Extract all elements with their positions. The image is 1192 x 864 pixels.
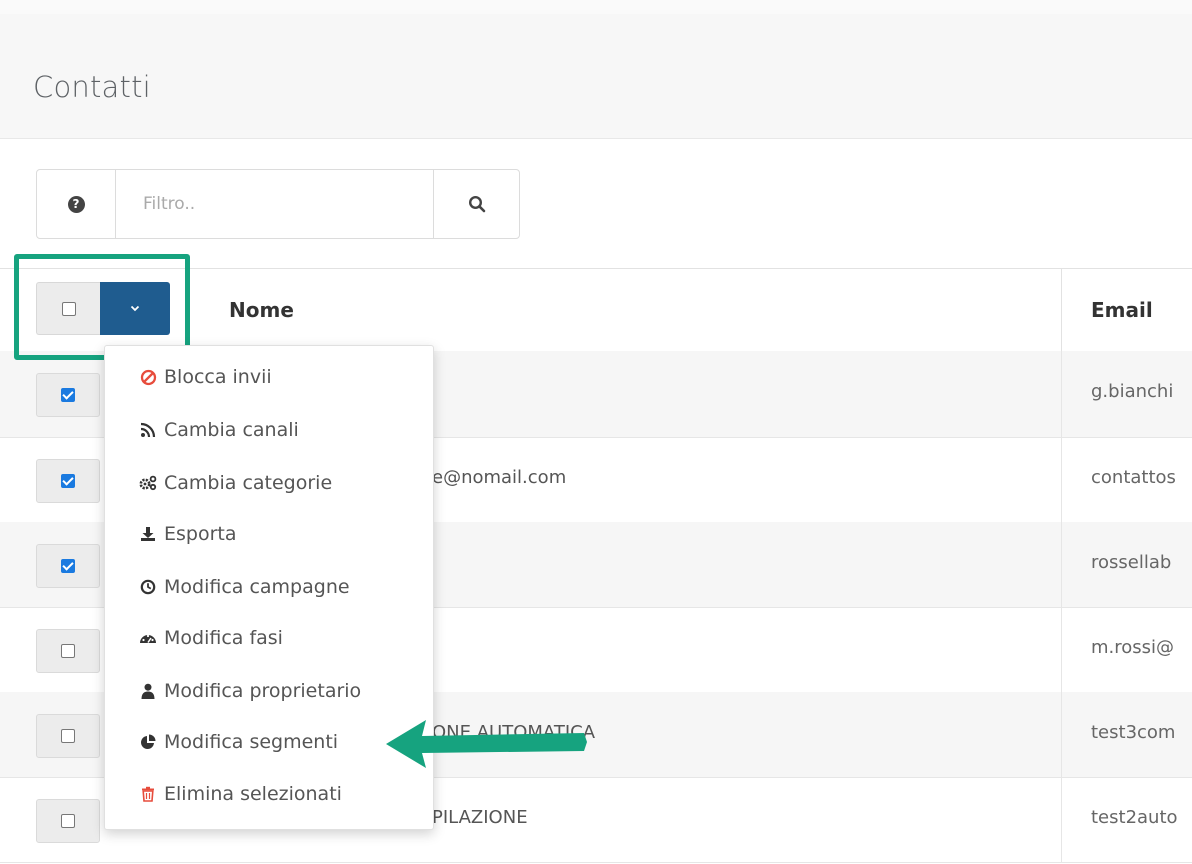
column-divider [1061, 351, 1062, 437]
dashboard-icon [139, 629, 157, 647]
menu-item-label: Cambia categorie [164, 472, 333, 494]
menu-item-label: Elimina selezionati [164, 783, 342, 805]
row-email: m.rossi@ [1091, 637, 1175, 658]
column-header-email[interactable]: Email [1091, 298, 1153, 322]
checkbox-unchecked [61, 814, 75, 828]
column-header-name[interactable]: Nome [229, 298, 294, 322]
checkbox-unchecked [61, 644, 75, 658]
row-checkbox[interactable] [36, 629, 100, 673]
menu-item-modifica-fasi[interactable]: Modifica fasi [139, 627, 283, 649]
question-circle-icon: ? [67, 195, 85, 213]
menu-item-label: Modifica segmenti [164, 731, 339, 753]
row-email: contattos [1091, 467, 1176, 488]
help-button[interactable]: ? [37, 170, 116, 238]
row-name: e@nomail.com [432, 467, 567, 488]
page-title: Contatti [33, 70, 151, 104]
row-email: test2auto [1091, 807, 1178, 828]
search-icon [468, 195, 485, 213]
row-email: rossellab [1091, 552, 1172, 573]
checkbox-checked [61, 474, 75, 488]
cogs-icon [139, 474, 157, 492]
row-checkbox[interactable] [36, 544, 100, 588]
trash-icon [139, 785, 157, 803]
row-checkbox[interactable] [36, 373, 100, 417]
ban-icon [139, 368, 157, 386]
menu-item-blocca-invii[interactable]: Blocca invii [139, 366, 272, 388]
column-divider [1061, 692, 1062, 777]
pie-chart-icon [139, 733, 157, 751]
menu-item-esporta[interactable]: Esporta [139, 523, 237, 545]
search-button[interactable] [433, 170, 519, 238]
menu-item-elimina-selezionati[interactable]: Elimina selezionati [139, 783, 342, 805]
row-checkbox[interactable] [36, 459, 100, 503]
checkbox-checked [61, 559, 75, 573]
column-divider [1061, 437, 1062, 522]
menu-item-label: Modifica proprietario [164, 680, 362, 702]
checkbox-checked [61, 388, 75, 402]
row-email: test3com [1091, 722, 1176, 743]
download-icon [139, 525, 157, 543]
user-icon [139, 682, 157, 700]
checkbox-unchecked [61, 729, 75, 743]
menu-item-label: Blocca invii [164, 366, 272, 388]
menu-item-label: Cambia canali [164, 419, 299, 441]
annotation-arrow [386, 720, 587, 768]
row-email: g.bianchi [1091, 381, 1174, 402]
column-divider [1061, 607, 1062, 692]
filter-input[interactable] [116, 170, 433, 238]
menu-item-modifica-proprietario[interactable]: Modifica proprietario [139, 680, 361, 702]
row-name: PILAZIONE [432, 807, 528, 828]
menu-item-modifica-segmenti[interactable]: Modifica segmenti [139, 731, 338, 753]
rss-icon [139, 421, 157, 439]
menu-item-label: Esporta [164, 523, 237, 545]
menu-item-cambia-categorie[interactable]: Cambia categorie [139, 472, 332, 494]
column-divider [1061, 777, 1062, 862]
filter-bar: ? [36, 169, 520, 239]
menu-item-label: Modifica fasi [164, 627, 283, 649]
menu-item-modifica-campagne[interactable]: Modifica campagne [139, 576, 350, 598]
page-header: Contatti [0, 14, 1192, 139]
clock-icon [139, 578, 157, 596]
menu-item-label: Modifica campagne [164, 576, 350, 598]
menu-item-cambia-canali[interactable]: Cambia canali [139, 419, 299, 441]
row-checkbox[interactable] [36, 714, 100, 758]
top-band [0, 0, 1192, 15]
column-divider [1061, 522, 1062, 607]
column-divider [1061, 269, 1062, 351]
row-checkbox[interactable] [36, 799, 100, 843]
